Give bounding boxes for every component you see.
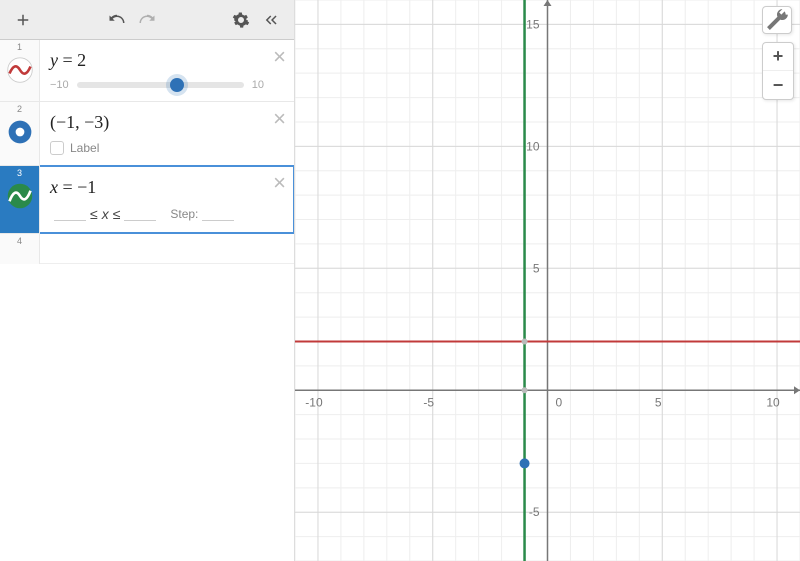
lower-bound-input[interactable] — [54, 207, 86, 221]
coordinate-plane[interactable]: -10 -5 0 5 10 -5 5 10 15 — [295, 0, 800, 561]
slider-max[interactable]: 10 — [252, 79, 264, 91]
chevrons-left-icon — [262, 11, 280, 29]
function-icon[interactable] — [6, 56, 34, 84]
graph-area[interactable]: -10 -5 0 5 10 -5 5 10 15 + − — [295, 0, 800, 561]
expression-gutter: 1 — [0, 40, 40, 101]
zoom-controls: + − — [762, 42, 794, 100]
redo-icon — [138, 11, 156, 29]
expression-item-3[interactable]: 3 x = −1 ≤ x ≤ Step: — [0, 166, 294, 234]
slider-row: −10 10 — [50, 79, 264, 91]
collapse-sidebar-button[interactable] — [256, 5, 286, 35]
gear-icon — [232, 11, 250, 29]
svg-text:10: 10 — [526, 139, 540, 153]
expression-gutter: 2 — [0, 102, 40, 165]
slider-min[interactable]: −10 — [50, 79, 69, 91]
graph-settings-button[interactable] — [762, 6, 792, 34]
add-expression-button[interactable] — [8, 5, 38, 35]
plus-icon — [14, 11, 32, 29]
app-root: 1 y = 2 −10 10 × — [0, 0, 800, 561]
upper-bound-input[interactable] — [124, 207, 156, 221]
expression-item-2[interactable]: 2 (−1, −3) Label × — [0, 102, 294, 166]
undo-icon — [108, 11, 126, 29]
label-text[interactable]: Label — [70, 141, 99, 155]
expression-body[interactable]: x = −1 ≤ x ≤ Step: — [40, 165, 294, 234]
label-checkbox[interactable] — [50, 141, 64, 155]
expression-body[interactable]: y = 2 −10 10 — [40, 40, 294, 101]
expression-list: 1 y = 2 −10 10 × — [0, 40, 294, 561]
formula: y = 2 — [50, 50, 86, 70]
expression-gutter: 4 — [0, 234, 40, 264]
bounds-row: ≤ x ≤ Step: — [50, 206, 263, 222]
slider-thumb[interactable] — [170, 78, 184, 92]
expression-index: 3 — [17, 168, 22, 178]
svg-text:-10: -10 — [305, 395, 323, 409]
formula: x = −1 — [50, 177, 96, 197]
function-icon[interactable] — [6, 182, 34, 210]
delete-expression-button[interactable]: × — [273, 46, 286, 68]
expression-body[interactable] — [40, 234, 294, 263]
delete-expression-button[interactable]: × — [273, 172, 286, 194]
expression-sidebar: 1 y = 2 −10 10 × — [0, 0, 295, 561]
point-icon[interactable] — [6, 118, 34, 146]
expression-body[interactable]: (−1, −3) Label — [40, 102, 294, 165]
expression-gutter: 3 — [0, 166, 40, 233]
sidebar-toolbar — [0, 0, 294, 40]
zoom-in-button[interactable]: + — [763, 43, 793, 71]
expression-item-1[interactable]: 1 y = 2 −10 10 × — [0, 40, 294, 102]
redo-button[interactable] — [132, 5, 162, 35]
expression-index: 1 — [17, 42, 22, 52]
graph-controls: + − — [762, 6, 794, 100]
settings-button[interactable] — [226, 5, 256, 35]
step-input[interactable] — [202, 207, 234, 221]
formula: (−1, −3) — [50, 112, 109, 132]
wrench-icon — [763, 7, 791, 33]
label-row: Label — [50, 141, 264, 155]
svg-text:-5: -5 — [529, 505, 540, 519]
svg-text:5: 5 — [533, 261, 540, 275]
expression-index: 2 — [17, 104, 22, 114]
svg-text:-5: -5 — [423, 395, 434, 409]
expression-item-4[interactable]: 4 — [0, 234, 294, 264]
undo-button[interactable] — [102, 5, 132, 35]
svg-text:15: 15 — [526, 17, 540, 31]
svg-text:5: 5 — [655, 395, 662, 409]
slider-track[interactable] — [77, 82, 244, 88]
zoom-out-button[interactable]: − — [763, 71, 793, 99]
svg-text:0: 0 — [556, 395, 563, 409]
svg-text:10: 10 — [766, 395, 780, 409]
delete-expression-button[interactable]: × — [273, 108, 286, 130]
expression-index: 4 — [17, 236, 22, 246]
